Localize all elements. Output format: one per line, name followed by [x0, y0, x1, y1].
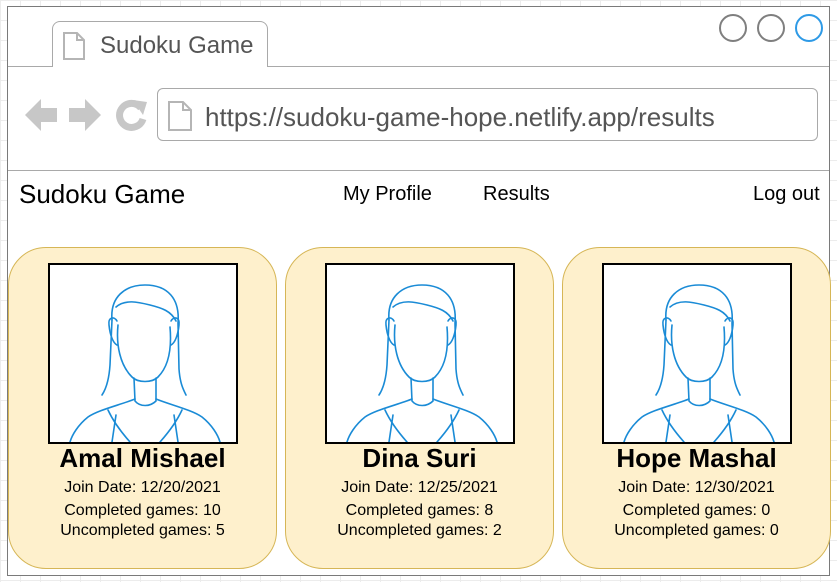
player-name: Hope Mashal: [616, 443, 777, 473]
uncompleted-games: Uncompleted games: 2: [337, 522, 502, 539]
tab-title: Sudoku Game: [100, 32, 254, 59]
maximize-icon[interactable]: [757, 14, 785, 42]
player-name: Dina Suri: [362, 443, 477, 473]
navbar-divider: [8, 170, 829, 171]
join-date: Join Date: 12/25/2021: [341, 479, 498, 496]
forward-arrow-icon[interactable]: [67, 97, 103, 133]
browser-window: Sudoku Game https://sudoku-game-hope.net…: [7, 6, 831, 576]
nav-results[interactable]: Results: [483, 183, 550, 206]
uncompleted-games: Uncompleted games: 5: [60, 522, 225, 539]
avatar: [602, 263, 792, 444]
person-avatar-icon: [69, 284, 221, 442]
page-icon: [168, 101, 192, 131]
player-card: Amal Mishael Join Date: 12/20/2021 Compl…: [8, 247, 277, 569]
join-date: Join Date: 12/30/2021: [618, 479, 775, 496]
app-title: Sudoku Game: [19, 179, 186, 209]
nav-my-profile[interactable]: My Profile: [343, 183, 432, 206]
logout-link[interactable]: Log out: [753, 183, 820, 206]
completed-games: Completed games: 0: [622, 502, 771, 519]
address-bar[interactable]: https://sudoku-game-hope.netlify.app/res…: [157, 88, 818, 141]
person-avatar-icon: [346, 284, 498, 442]
page-icon: [63, 32, 85, 60]
avatar: [48, 263, 238, 444]
completed-games: Completed games: 8: [345, 502, 494, 519]
uncompleted-games: Uncompleted games: 0: [614, 522, 779, 539]
refresh-icon[interactable]: [113, 97, 149, 133]
minimize-icon[interactable]: [719, 14, 747, 42]
back-arrow-icon[interactable]: [23, 97, 59, 133]
join-date: Join Date: 12/20/2021: [64, 479, 221, 496]
avatar: [325, 263, 515, 444]
completed-games: Completed games: 10: [64, 502, 221, 519]
close-icon[interactable]: [795, 14, 823, 42]
player-card: Dina Suri Join Date: 12/25/2021 Complete…: [285, 247, 554, 569]
player-card: Hope Mashal Join Date: 12/30/2021 Comple…: [562, 247, 831, 569]
browser-tab[interactable]: Sudoku Game: [52, 21, 268, 67]
url-text: https://sudoku-game-hope.netlify.app/res…: [205, 102, 715, 132]
person-avatar-icon: [623, 284, 775, 442]
player-name: Amal Mishael: [59, 443, 226, 473]
